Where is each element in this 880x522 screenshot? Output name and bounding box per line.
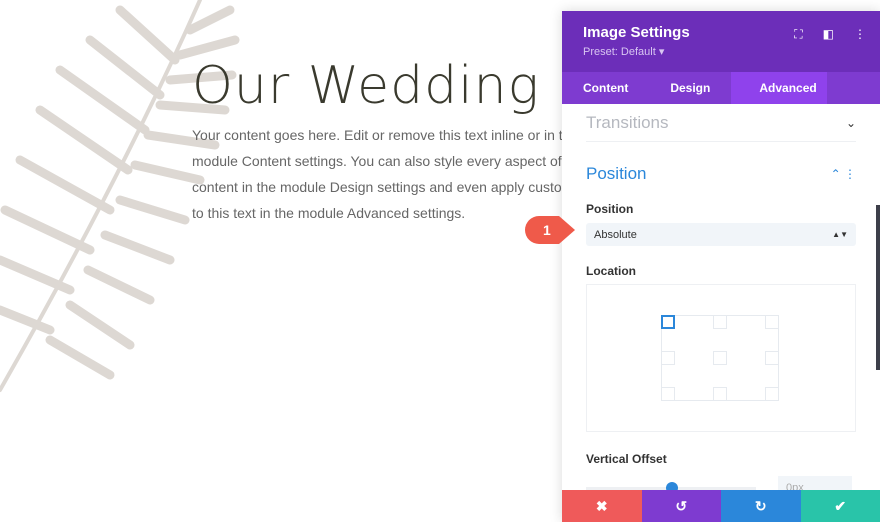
- scrollbar[interactable]: [876, 205, 880, 370]
- paragraph-line: module Content settings. You can also st…: [192, 153, 581, 169]
- more-icon[interactable]: ⋮: [854, 27, 866, 42]
- check-icon: ✔: [834, 498, 847, 514]
- location-center-right[interactable]: [765, 351, 779, 365]
- annotation-number: 1: [543, 222, 551, 238]
- location-top-center[interactable]: [713, 315, 727, 329]
- position-label: Position: [586, 202, 634, 216]
- save-button[interactable]: ✔: [800, 490, 880, 522]
- location-bottom-left[interactable]: [661, 387, 675, 401]
- position-select[interactable]: Absolute ▲▼: [586, 223, 856, 246]
- position-select-value: Absolute: [594, 228, 637, 241]
- more-icon[interactable]: ⋮: [844, 167, 856, 181]
- paragraph-line: Your content goes here. Edit or remove t…: [192, 127, 579, 143]
- paragraph-line: content in the module Design settings an…: [192, 179, 574, 195]
- tab-bar: Content Design Advanced: [562, 72, 880, 104]
- image-settings-panel: Image Settings Preset: Default ▾ ⛶ ◧ ⋮ C…: [562, 11, 880, 522]
- chevron-up-icon: ⌃: [830, 167, 841, 181]
- tab-content[interactable]: Content: [562, 72, 649, 104]
- location-picker: [586, 284, 856, 432]
- undo-icon: ↺: [675, 498, 688, 514]
- cancel-button[interactable]: ✖: [562, 490, 642, 522]
- fullscreen-icon[interactable]: ⛶: [794, 27, 802, 42]
- location-top-left[interactable]: [661, 315, 675, 329]
- location-center-left[interactable]: [661, 351, 675, 365]
- transitions-section-toggle[interactable]: Transitions ⌄: [586, 104, 856, 142]
- location-label: Location: [586, 264, 636, 278]
- split-view-icon[interactable]: ◧: [823, 27, 834, 42]
- chevron-down-icon: ⌄: [845, 115, 856, 130]
- undo-button[interactable]: ↺: [641, 490, 721, 522]
- location-top-right[interactable]: [765, 315, 779, 329]
- redo-button[interactable]: ↻: [721, 490, 801, 522]
- select-arrows-icon: ▲▼: [832, 230, 848, 239]
- body-paragraph: Your content goes here. Edit or remove t…: [192, 122, 592, 226]
- redo-icon: ↻: [754, 498, 767, 514]
- panel-header: Image Settings Preset: Default ▾ ⛶ ◧ ⋮: [562, 11, 880, 72]
- location-bottom-right[interactable]: [765, 387, 779, 401]
- location-bottom-center[interactable]: [713, 387, 727, 401]
- tab-design[interactable]: Design: [649, 72, 731, 104]
- page-title: Our Wedding: [192, 56, 540, 116]
- tab-advanced[interactable]: Advanced: [731, 72, 828, 104]
- position-section-label: Position: [586, 164, 647, 183]
- preset-dropdown[interactable]: Preset: Default ▾: [583, 45, 859, 58]
- transitions-label: Transitions: [586, 112, 669, 132]
- position-section-toggle[interactable]: Position ⌃ ⋮: [586, 164, 856, 184]
- vertical-offset-label: Vertical Offset: [586, 452, 667, 466]
- location-center[interactable]: [713, 351, 727, 365]
- close-icon: ✖: [595, 498, 608, 514]
- annotation-badge: 1: [525, 216, 575, 244]
